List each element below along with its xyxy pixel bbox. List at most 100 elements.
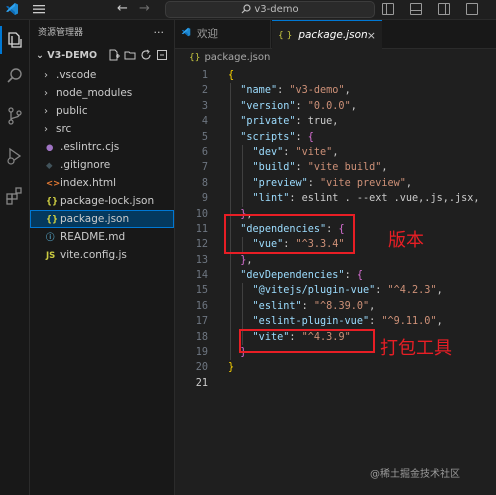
git-icon: ◆ — [46, 161, 53, 171]
code-line[interactable]: 3 "version": "0.0.0", — [175, 98, 496, 115]
code-line[interactable]: 14 "devDependencies": { — [175, 268, 496, 284]
menu-icon[interactable] — [32, 2, 46, 16]
explorer-title: 资源管理器 — [38, 28, 84, 38]
code-text: "scripts": { — [240, 131, 314, 143]
tree-folder[interactable]: › public — [30, 102, 174, 120]
toggle-secondary-sidebar-icon[interactable] — [438, 3, 450, 15]
tree-folder[interactable]: › .vscode — [30, 66, 174, 84]
tree-file[interactable]: ● .eslintrc.cjs — [30, 138, 174, 156]
line-number: 20 — [195, 362, 208, 374]
code-line[interactable]: 6 "dev": "vite", — [175, 144, 496, 161]
new-file-icon[interactable] — [108, 49, 120, 61]
code-text: "devDependencies": { — [240, 270, 363, 282]
tree-item-label: .vscode — [56, 69, 97, 81]
workspace-folder-name: V3-DEMO — [47, 50, 98, 61]
tree-item-label: .gitignore — [60, 159, 111, 171]
refresh-icon[interactable] — [140, 49, 152, 61]
watermark: @稀土掘金技术社区 — [370, 469, 460, 480]
tree-folder[interactable]: › node_modules — [30, 84, 174, 102]
line-number: 12 — [195, 239, 208, 251]
customize-layout-icon[interactable] — [466, 3, 478, 15]
code-text: "eslint": "^8.39.0", — [252, 300, 376, 312]
line-number: 4 — [201, 116, 208, 128]
code-text: "build": "vite build", — [252, 162, 388, 174]
run-debug-icon[interactable] — [5, 146, 25, 166]
tree-item-label: README.md — [60, 231, 126, 243]
code-line[interactable]: 16 "eslint": "^8.39.0", — [175, 298, 496, 315]
activity-bar — [0, 20, 30, 495]
tree-item-label: src — [56, 123, 72, 135]
vscode-logo-icon — [5, 2, 19, 16]
explorer-icon[interactable] — [0, 26, 25, 54]
tree-file[interactable]: ◆ .gitignore — [30, 156, 174, 174]
more-actions-icon[interactable]: ··· — [154, 20, 165, 46]
tree-file[interactable]: {} package-lock.json — [30, 192, 174, 210]
code-line[interactable]: 5 "scripts": { — [175, 129, 496, 145]
tree-file[interactable]: JS vite.config.js — [30, 246, 174, 264]
tree-file[interactable]: {} package.json — [30, 210, 174, 228]
code-line[interactable]: 2 "name": "v3-demo", — [175, 83, 496, 99]
workspace-folder-header[interactable]: ⌄ V3-DEMO — [30, 46, 174, 66]
code-text: "preview": "vite preview", — [252, 177, 413, 189]
code-text: "name": "v3-demo", — [240, 85, 351, 97]
code-text: "dev": "vite", — [252, 146, 339, 158]
json-icon: {} — [189, 53, 201, 63]
line-number: 21 — [195, 377, 208, 389]
file-tree: › .vscode › node_modules › public › src ● .eslint… — [30, 66, 174, 264]
code-text: "private": true, — [240, 116, 339, 128]
code-line[interactable]: 21 — [175, 376, 496, 391]
new-folder-icon[interactable] — [124, 49, 136, 61]
code-line[interactable]: 9 "lint": eslint . --ext .vue,.js,.jsx, — [175, 191, 496, 207]
code-line[interactable]: 13 }, — [175, 252, 496, 269]
breadcrumb[interactable]: {} package.json — [175, 49, 496, 67]
toggle-sidebar-icon[interactable] — [382, 3, 394, 15]
line-number: 1 — [201, 70, 208, 81]
line-number: 9 — [201, 193, 208, 205]
annotation-label-build-tool: 打包工具 — [380, 338, 452, 359]
chevron-right-icon: › — [44, 88, 48, 99]
tab-welcome[interactable]: 欢迎 — [175, 20, 271, 49]
extensions-icon[interactable] — [5, 186, 25, 206]
code-text: } — [228, 362, 235, 374]
code-text: { — [228, 70, 235, 81]
tree-folder[interactable]: › src — [30, 120, 174, 138]
line-number: 18 — [195, 331, 208, 343]
toggle-panel-icon[interactable] — [410, 3, 422, 15]
code-line[interactable]: 4 "private": true, — [175, 114, 496, 130]
line-number: 13 — [195, 254, 208, 266]
line-number: 14 — [195, 270, 208, 282]
chevron-right-icon: › — [44, 106, 48, 117]
chevron-down-icon: ⌄ — [36, 50, 48, 61]
code-text: "version": "0.0.0", — [240, 100, 357, 112]
code-line[interactable]: 15 "@vitejs/plugin-vue": "^4.2.3", — [175, 283, 496, 299]
json-icon: { } — [278, 31, 293, 41]
code-line[interactable]: 17 "eslint-plugin-vue": "^9.11.0", — [175, 314, 496, 330]
code-text: }, — [240, 254, 253, 266]
source-control-icon[interactable] — [5, 106, 25, 126]
line-number: 10 — [195, 208, 208, 220]
json-icon: {} — [46, 215, 59, 225]
code-text: "@vitejs/plugin-vue": "^4.2.3", — [252, 285, 443, 297]
html-icon: <> — [46, 179, 61, 189]
code-line[interactable]: 1{ — [175, 68, 496, 83]
command-center-search[interactable]: v3-demo — [165, 1, 375, 18]
code-line[interactable]: 20} — [175, 360, 496, 375]
back-arrow-icon[interactable]: ← — [117, 1, 128, 16]
tree-file[interactable]: ⓘ README.md — [30, 228, 174, 246]
search-icon[interactable] — [5, 66, 25, 86]
tree-file[interactable]: <>index.html — [30, 174, 174, 192]
forward-arrow-icon[interactable]: → — [139, 1, 150, 16]
tab-package-json[interactable]: { } package.json × — [272, 20, 382, 49]
tab-bar: 欢迎 { } package.json × — [175, 20, 496, 49]
tab-label: package.json — [298, 29, 368, 41]
editor-area: 欢迎 { } package.json × {} package.json 1{2 … — [175, 20, 496, 495]
line-number: 11 — [195, 223, 208, 235]
code-line[interactable]: 7 "build": "vite build", — [175, 160, 496, 176]
eslint-icon: ● — [46, 143, 54, 153]
close-icon[interactable]: × — [367, 21, 376, 50]
code-line[interactable]: 8 "preview": "vite preview", — [175, 175, 496, 192]
chevron-right-icon: › — [44, 124, 48, 135]
collapse-all-icon[interactable] — [156, 49, 168, 61]
annotation-box-vite — [239, 329, 375, 353]
tree-item-label: .eslintrc.cjs — [60, 141, 120, 153]
